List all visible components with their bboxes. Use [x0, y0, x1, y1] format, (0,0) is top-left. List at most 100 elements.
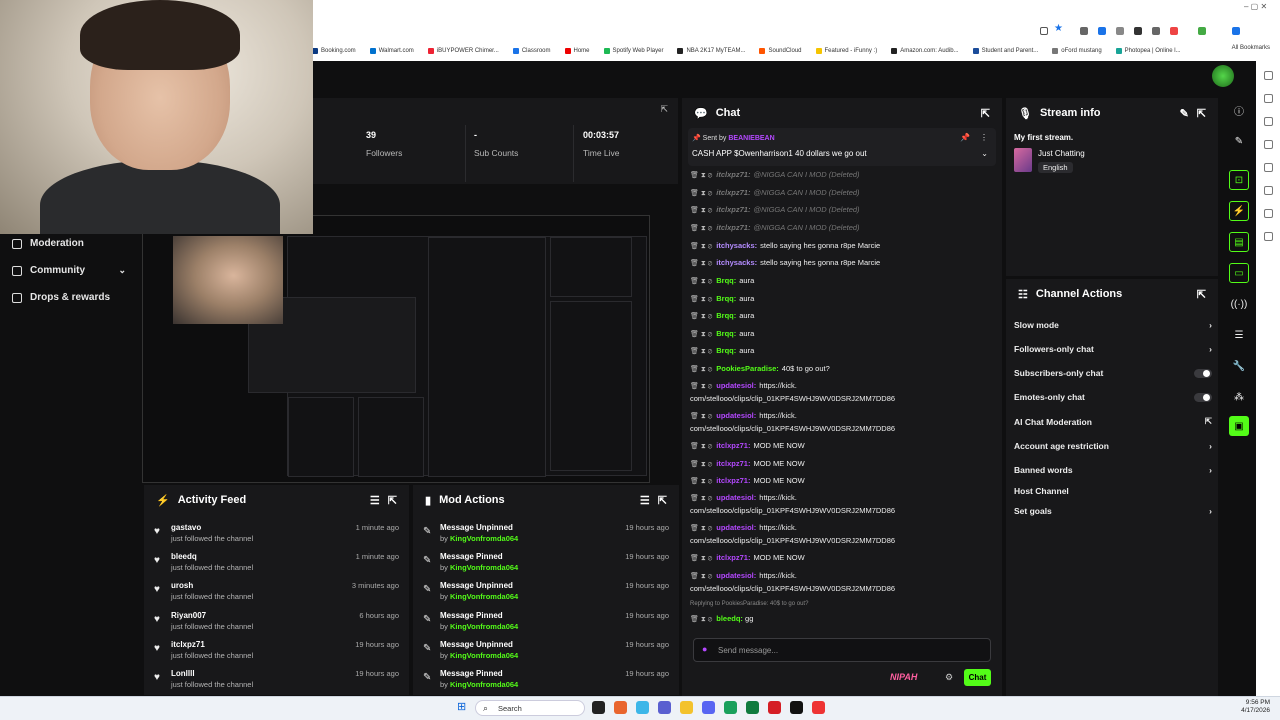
popout-icon[interactable]: ⇱ [1197, 288, 1206, 301]
chat-username[interactable]: updatesiol: [716, 571, 756, 580]
chat-bubble-icon[interactable]: ▭ [1229, 263, 1249, 283]
chat-message[interactable]: 🗑 ⧗ ⊘ itclxpz71: @NIGGA CAN I MOD (Deleted… [690, 170, 1000, 180]
bookmark-item[interactable]: Classroom [512, 47, 551, 54]
filter-icon[interactable]: ☰ [370, 494, 380, 507]
chat-message[interactable]: 🗑 ⧗ ⊘ Brqq: aura [690, 329, 1000, 339]
mod-tools-icon[interactable]: 🗑 ⧗ ⊘ [690, 348, 712, 355]
bookmark-item[interactable]: iBUYPOWER Chimer... [427, 47, 499, 54]
chat-username[interactable]: updatesiol: [716, 381, 756, 390]
moderator-name[interactable]: KingVonfromda064 [450, 592, 518, 601]
chat-text-continued[interactable]: com/stellooo/clips/clip_01KPF4SWHJ9WV0DS… [690, 394, 1000, 403]
discord-icon[interactable] [702, 701, 715, 714]
chat-username[interactable]: Brqq: [716, 276, 736, 285]
chat-username[interactable]: itclxpz71: [716, 223, 750, 232]
mod-tools-icon[interactable]: 🗑 ⧗ ⊘ [690, 366, 712, 373]
chat-username[interactable]: updatesiol: [716, 523, 756, 532]
side-panel-icon[interactable] [1263, 71, 1273, 80]
gear-icon[interactable]: ⚙ [945, 672, 953, 683]
chat-username[interactable]: Brqq: [716, 329, 736, 338]
mod-tools-icon[interactable]: 🗑 ⧗ ⊘ [690, 243, 712, 250]
moderator-name[interactable]: KingVonfromda064 [450, 534, 518, 543]
chat-message[interactable]: 🗑 ⧗ ⊘ itclxpz71: MOD ME NOW [690, 476, 1000, 486]
emotes-only-toggle[interactable] [1194, 392, 1212, 402]
side-panel-icon[interactable] [1263, 232, 1273, 241]
chat-username[interactable]: itchysacks: [716, 241, 757, 250]
chat-username[interactable]: Brqq: [716, 346, 736, 355]
add-icon[interactable]: ▣ [1229, 416, 1249, 436]
chat-message[interactable]: 🗑 ⧗ ⊘ itchysacks: stello saying hes gonna … [690, 258, 1000, 268]
follower-name[interactable]: Lonllll [171, 669, 195, 678]
chat-text-continued[interactable]: com/stellooo/clips/clip_01KPF4SWHJ9WV0DS… [690, 424, 1000, 433]
bookmark-item[interactable]: Amazon.com: Audib... [891, 47, 959, 54]
chat-message[interactable]: 🗑 ⧗ ⊘ bleedq: gg [690, 614, 1000, 624]
layout-icon[interactable]: ☰ [1229, 325, 1249, 345]
followers-only-row[interactable]: Followers-only chat › [1014, 344, 1212, 354]
window-controls[interactable]: – ▢ ✕ [1244, 2, 1267, 11]
bookmark-item[interactable]: oFord mustang [1052, 47, 1102, 54]
teams-icon[interactable] [658, 701, 671, 714]
chat-message[interactable]: 🗑 ⧗ ⊘ itclxpz71: @NIGGA CAN I MOD (Deleted… [690, 188, 1000, 198]
moderator-name[interactable]: KingVonfromda064 [450, 680, 518, 689]
edit-icon[interactable]: ✎ [1180, 107, 1189, 120]
chevron-right-icon[interactable]: › [1209, 441, 1212, 451]
popout-icon[interactable]: ⇱ [1197, 107, 1206, 120]
start-icon[interactable]: ⊞ [457, 700, 466, 713]
app-icon[interactable] [746, 701, 759, 714]
chat-send-button[interactable]: Chat [964, 669, 991, 686]
chat-message[interactable]: 🗑 ⧗ ⊘ Brqq: aura [690, 276, 1000, 286]
chat-username[interactable]: itclxpz71: [716, 553, 750, 562]
chat-username[interactable]: Brqq: [716, 294, 736, 303]
chat-message[interactable]: 🗑 ⧗ ⊘ Brqq: aura [690, 294, 1000, 304]
mod-tools-icon[interactable]: 🗑 ⧗ ⊘ [690, 190, 712, 197]
group-icon[interactable]: ⁂ [1229, 387, 1249, 407]
side-panel-icon[interactable] [1263, 117, 1273, 126]
popout-icon[interactable]: ⇱ [388, 494, 397, 507]
broadcast-icon[interactable]: ((·)) [1229, 294, 1249, 314]
bookmark-item[interactable]: SoundCloud [759, 47, 802, 54]
app-icon[interactable] [812, 701, 825, 714]
bookmark-item[interactable]: Student and Parent... [972, 47, 1038, 54]
all-bookmarks-link[interactable]: All Bookmarks [1232, 45, 1270, 51]
chat-message[interactable]: 🗑 ⧗ ⊘ itchysacks: stello saying hes gonna … [690, 241, 1000, 251]
stream-preview[interactable] [142, 215, 650, 483]
subscribers-only-toggle[interactable] [1194, 368, 1212, 378]
mod-tools-icon[interactable]: 🗑 ⧗ ⊘ [690, 207, 712, 214]
bookmark-item[interactable]: Home [564, 47, 590, 54]
moderator-name[interactable]: KingVonfromda064 [450, 563, 518, 572]
external-link-icon[interactable]: ⇱ [1205, 416, 1212, 427]
more-icon[interactable]: ⋮ [980, 133, 988, 142]
file-explorer-icon[interactable] [680, 701, 693, 714]
mod-tools-icon[interactable]: 🗑 ⧗ ⊘ [690, 555, 712, 562]
side-panel-icon[interactable] [1263, 163, 1273, 172]
chat-message[interactable]: 🗑 ⧗ ⊘ itclxpz71: @NIGGA CAN I MOD (Deleted… [690, 223, 1000, 233]
side-panel-icon[interactable] [1263, 209, 1273, 218]
extension-icon[interactable] [1134, 27, 1142, 35]
moderator-name[interactable]: KingVonfromda064 [450, 651, 518, 660]
extension-icon[interactable] [1080, 27, 1088, 35]
bookmark-item[interactable]: Walmart.com [369, 47, 414, 54]
popout-icon[interactable]: ⇱ [660, 104, 668, 115]
chevron-right-icon[interactable]: › [1209, 506, 1212, 516]
account-age-row[interactable]: Account age restriction › [1014, 441, 1212, 451]
chevron-right-icon[interactable]: › [1209, 465, 1212, 475]
mod-tools-icon[interactable]: 🗑 ⧗ ⊘ [690, 331, 712, 338]
chat-text-continued[interactable]: com/stellooo/clips/clip_01KPF4SWHJ9WV0DS… [690, 584, 1000, 593]
follower-name[interactable]: urosh [171, 581, 193, 590]
mod-tools-icon[interactable]: 🗑 ⧗ ⊘ [690, 413, 712, 420]
chat-username[interactable]: Brqq: [716, 311, 736, 320]
sidebar-item-community[interactable]: Community ⌄ [0, 257, 140, 284]
mod-tools-icon[interactable]: 🗑 ⧗ ⊘ [690, 296, 712, 303]
extension-icon[interactable] [1232, 27, 1240, 35]
chat-message[interactable]: 🗑 ⧗ ⊘ itclxpz71: MOD ME NOW [690, 459, 1000, 469]
chevron-down-icon[interactable]: ⌄ [118, 265, 126, 276]
mod-tools-icon[interactable]: 🗑 ⧗ ⊘ [690, 573, 712, 580]
chat-input[interactable]: ● Send message... [693, 638, 991, 662]
mod-tools-icon[interactable]: 🗑 ⧗ ⊘ [690, 478, 712, 485]
pencil-icon[interactable]: ✎ [1229, 131, 1249, 151]
host-channel-row[interactable]: Host Channel [1014, 486, 1212, 496]
chat-text-continued[interactable]: com/stellooo/clips/clip_01KPF4SWHJ9WV0DS… [690, 536, 1000, 545]
app-icon[interactable] [636, 701, 649, 714]
mod-tools-icon[interactable]: 🗑 ⧗ ⊘ [690, 525, 712, 532]
chevron-right-icon[interactable]: › [1209, 320, 1212, 330]
slow-mode-row[interactable]: Slow mode › [1014, 320, 1212, 330]
